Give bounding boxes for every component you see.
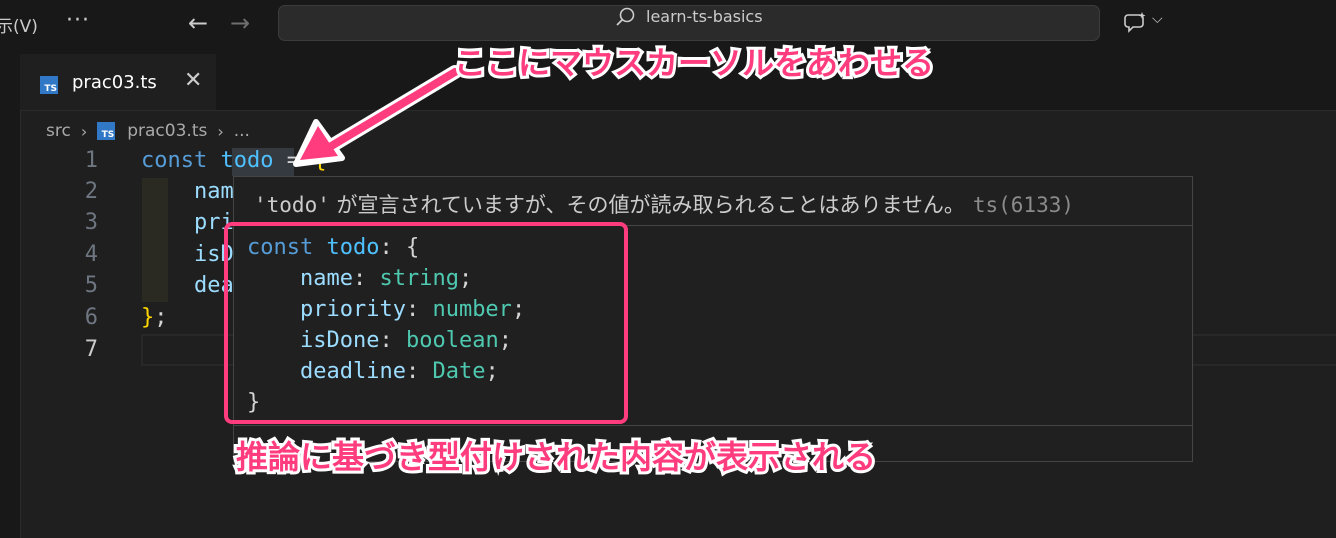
typescript-file-icon: TS: [97, 122, 116, 140]
back-arrow-icon[interactable]: ←: [188, 9, 208, 37]
chevron-right-icon: ›: [80, 121, 88, 141]
annotation-top-note: ここにマウスカーソルをあわせる: [451, 41, 937, 85]
hover-message: 'todo' が宣言されていますが、その値が読み取られることはありません。 ts(…: [254, 189, 1074, 219]
line-number: 6: [84, 305, 98, 330]
hover-message-text: が宣言されていますが、その値が読み取られることはありません。: [329, 193, 965, 217]
breadcrumb: src › TS prac03.ts › ...: [46, 118, 250, 144]
line-number: 2: [84, 179, 98, 204]
line-number: 4: [84, 242, 98, 267]
tab-label: prac03.ts: [72, 72, 157, 93]
line-number: 1: [84, 148, 98, 173]
line-number: 3: [84, 210, 98, 235]
more-menu-button[interactable]: ···: [66, 8, 90, 33]
code-line: 1 const todo = {: [20, 146, 1336, 177]
close-icon[interactable]: ✕: [184, 68, 202, 93]
breadcrumb-folder[interactable]: src: [46, 121, 71, 141]
activity-bar-edge: [0, 48, 21, 538]
brace: }: [141, 305, 155, 330]
annotation-highlight-box: [224, 222, 628, 424]
keyword: const: [141, 148, 208, 173]
hover-message-code: 'todo': [254, 193, 330, 217]
semicolon: ;: [154, 305, 168, 330]
typescript-file-icon: TS: [40, 76, 58, 94]
menu-view[interactable]: 示(V): [0, 12, 38, 37]
tab-prac03[interactable]: TS prac03.ts ✕: [20, 54, 216, 110]
breadcrumb-ellipsis[interactable]: ...: [234, 121, 250, 141]
search-icon: [616, 7, 635, 26]
chevron-down-icon[interactable]: ⌵: [1152, 11, 1163, 27]
line-number: 5: [84, 273, 98, 298]
divider: [234, 425, 1192, 426]
copilot-icon[interactable]: [1122, 10, 1148, 36]
line-number: 7: [84, 337, 98, 362]
annotation-bottom-note: 推論に基づき型付けされた内容が表示される: [233, 435, 879, 479]
annotation-arrow: [293, 65, 462, 167]
search-text[interactable]: learn-ts-basics: [646, 7, 763, 26]
chevron-right-icon: ›: [217, 121, 224, 141]
breadcrumb-file[interactable]: prac03.ts: [127, 121, 207, 141]
error-code[interactable]: ts(6133): [973, 193, 1074, 217]
forward-arrow-icon[interactable]: →: [230, 9, 250, 37]
identifier-todo[interactable]: todo: [220, 148, 273, 173]
